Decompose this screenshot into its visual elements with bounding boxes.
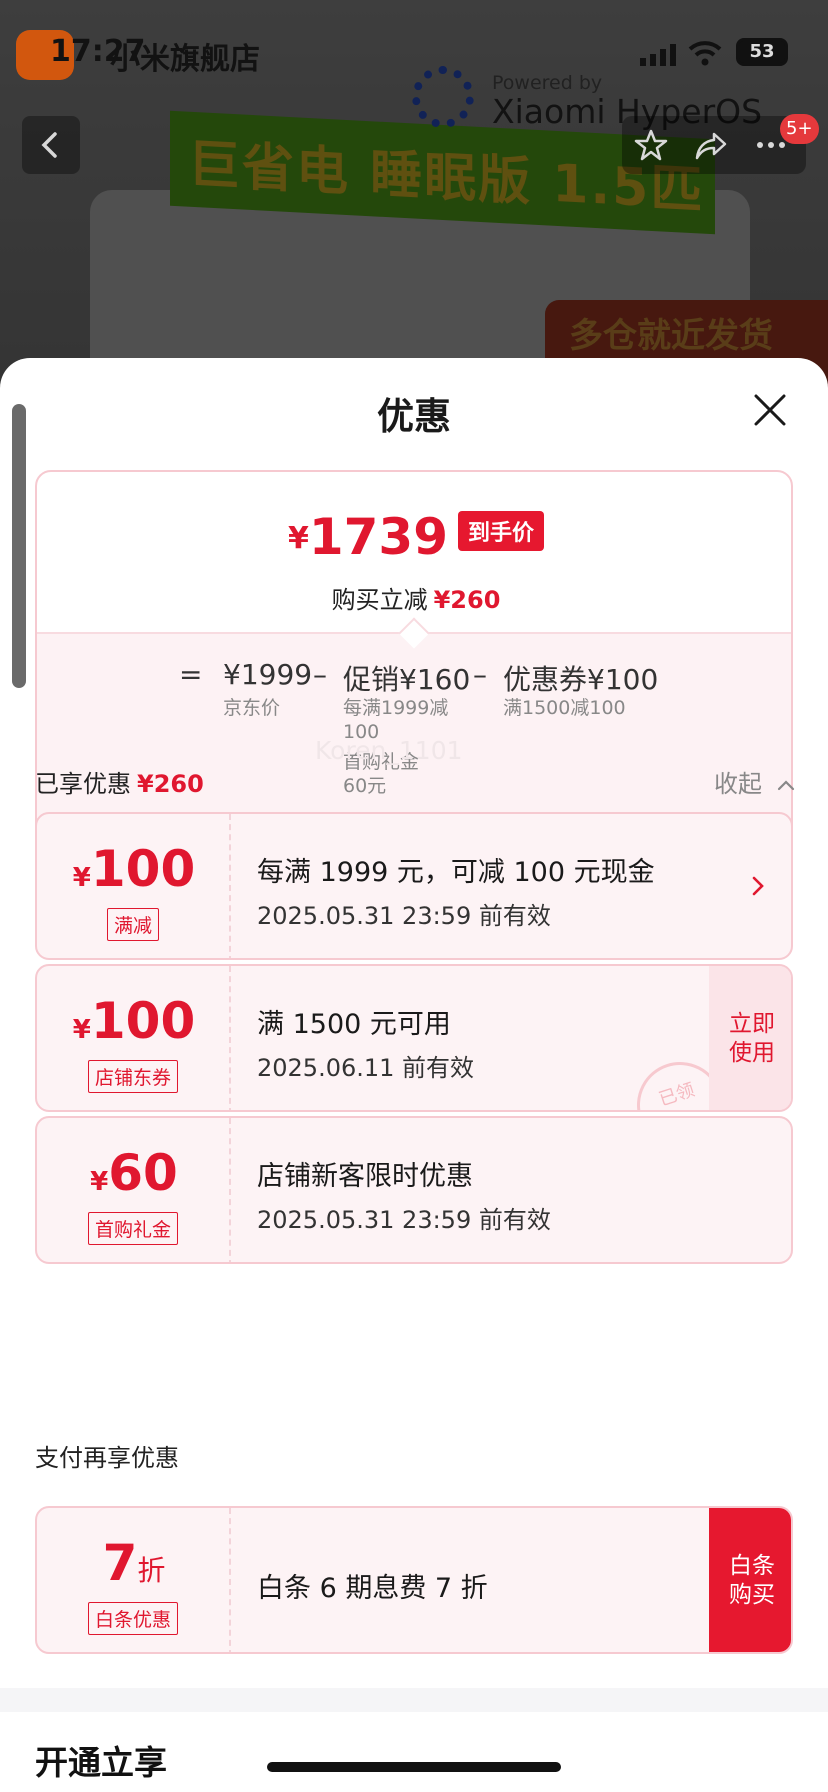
home-indicator[interactable] xyxy=(267,1762,561,1772)
promo-value: 促销¥160 xyxy=(343,663,471,696)
payment-offer-card[interactable]: 7折 白条优惠 白条 6 期息费 7 折 白条购买 xyxy=(35,1506,793,1654)
enjoyed-label: 已享优惠 xyxy=(35,770,131,798)
coupon-card[interactable]: ¥100 店铺东券 满 1500 元可用 2025.06.11 前有效 已领 立… xyxy=(35,964,793,1112)
coupon-tag: 白条优惠 xyxy=(87,1602,179,1635)
coupon-amount: 7折 xyxy=(37,1534,231,1592)
reduce-value: ¥260 xyxy=(433,586,501,614)
coupon-amount-value: 100 xyxy=(90,992,196,1050)
coupon-card[interactable]: ¥60 首购礼金 店铺新客限时优惠 2025.05.31 23:59 前有效 xyxy=(35,1116,793,1264)
final-price-value: 1739 xyxy=(308,508,449,566)
coupon-title: 每满 1999 元，可减 100 元现金 xyxy=(257,857,655,888)
scrollbar[interactable] xyxy=(12,404,26,688)
collapse-label: 收起 xyxy=(714,770,762,798)
coupon-validity: 2025.05.31 23:59 前有效 xyxy=(257,1206,551,1234)
share-icon[interactable] xyxy=(694,128,728,162)
pay-section-title: 支付再享优惠 xyxy=(35,1444,179,1472)
coupon-amount: ¥60 xyxy=(37,1144,231,1202)
coupon-tag: 满减 xyxy=(106,908,160,941)
discount-sheet: 优惠 ¥1739 到手价 购买立减 ¥260 = ¥1999 京东价 – 促销¥16… xyxy=(0,358,828,1792)
discount-value: 7 xyxy=(102,1534,138,1592)
section-divider xyxy=(0,1688,828,1712)
coupon-title: 满 1500 元可用 xyxy=(257,1009,451,1040)
formula-minus: – xyxy=(313,658,327,691)
currency-symbol: ¥ xyxy=(287,521,309,556)
final-price-tag: 到手价 xyxy=(458,511,545,551)
coupon-tag: 首购礼金 xyxy=(87,1212,179,1245)
star-icon[interactable] xyxy=(634,128,668,162)
sheet-title: 优惠 xyxy=(377,395,451,438)
open-benefits-title: 开通立享 xyxy=(35,1743,167,1782)
baitiao-buy-button[interactable]: 白条购买 xyxy=(709,1508,791,1652)
coupon-card[interactable]: ¥100 满减 每满 1999 元，可减 100 元现金 2025.05.31 … xyxy=(35,812,793,960)
base-price-value: ¥1999 xyxy=(223,658,313,691)
notification-badge: 5+ xyxy=(780,114,819,144)
currency-symbol: ¥ xyxy=(72,863,91,893)
coupon-amount-value: 100 xyxy=(90,840,196,898)
formula-equals: = xyxy=(179,658,203,691)
watermark: Koren_1101 xyxy=(315,736,463,765)
enjoyed-header: 已享优惠 ¥260 xyxy=(35,764,204,799)
coupon-amount-area: ¥100 满减 xyxy=(37,814,231,958)
collapse-button[interactable]: 收起 xyxy=(714,764,796,799)
coupon-value: 优惠券¥100 xyxy=(503,663,659,696)
coupon-amount-area: 7折 白条优惠 xyxy=(37,1508,231,1652)
store-name: 小米旗舰店 xyxy=(110,42,260,77)
pay-offer-title: 白条 6 期息费 7 折 xyxy=(257,1573,488,1604)
coupon-title: 店铺新客限时优惠 xyxy=(257,1161,473,1192)
reduce-label: 购买立减 xyxy=(331,586,428,614)
chevron-left-icon xyxy=(41,132,57,158)
currency-symbol: ¥ xyxy=(72,1015,91,1045)
status-bar: 17:27 小米旗舰店 53 xyxy=(0,0,828,100)
chevron-right-icon[interactable] xyxy=(749,872,767,900)
final-price: ¥1739 到手价 xyxy=(37,508,791,568)
close-icon[interactable] xyxy=(748,388,792,432)
coupon-amount: ¥100 xyxy=(37,992,231,1050)
currency-symbol: ¥ xyxy=(90,1167,109,1197)
reduce-line: 购买立减 ¥260 xyxy=(37,580,791,615)
chevron-up-icon xyxy=(777,780,794,791)
battery-icon: 53 xyxy=(736,38,788,66)
wifi-icon xyxy=(688,41,722,66)
coupon-validity: 2025.05.31 23:59 前有效 xyxy=(257,902,551,930)
formula-minus: – xyxy=(473,658,487,691)
coupon-amount-value: 60 xyxy=(108,1144,178,1202)
enjoyed-value: ¥260 xyxy=(137,770,204,798)
back-button[interactable] xyxy=(22,116,80,174)
coupon-tag: 店铺东券 xyxy=(87,1060,179,1093)
signal-icon xyxy=(640,44,676,66)
coupon-amount: ¥100 xyxy=(37,840,231,898)
base-price-label: 京东价 xyxy=(223,697,281,719)
coupon-amount-area: ¥60 首购礼金 xyxy=(37,1118,231,1262)
coupon-validity: 2025.06.11 前有效 xyxy=(257,1054,475,1082)
discount-unit: 折 xyxy=(137,1554,166,1587)
coupon-note: 满1500减100 xyxy=(503,697,626,719)
use-now-button[interactable]: 立即使用 xyxy=(709,966,791,1110)
header-actions xyxy=(622,116,806,174)
coupon-amount-area: ¥100 店铺东券 xyxy=(37,966,231,1110)
